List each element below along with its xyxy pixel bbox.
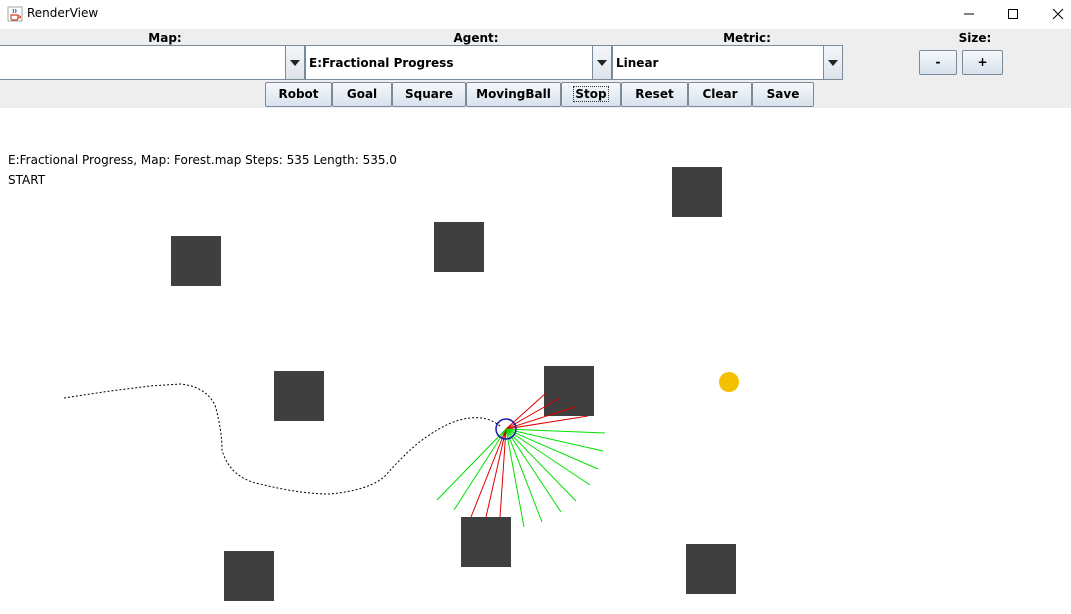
sensor-ray-hit xyxy=(505,392,547,430)
goal-ball xyxy=(719,372,739,392)
obstacle xyxy=(224,551,274,601)
map-label: Map: xyxy=(148,31,182,45)
size-label: Size: xyxy=(958,31,992,45)
agent-select[interactable]: E:Fractional Progress xyxy=(305,45,612,80)
sensor-ray-hit xyxy=(499,428,507,518)
obstacle xyxy=(461,517,511,567)
chevron-down-icon[interactable] xyxy=(285,46,304,79)
sensor-ray-hit xyxy=(505,415,589,430)
metric-select-value: Linear xyxy=(616,56,659,70)
chevron-down-icon[interactable] xyxy=(592,46,611,79)
control-panel: Map: Agent: Metric: Size: E:Fractional P… xyxy=(0,29,1071,108)
sensor-ray-clear xyxy=(436,428,507,501)
agent-label: Agent: xyxy=(453,31,499,45)
size-decrease-button[interactable]: - xyxy=(919,50,957,75)
agent-select-value: E:Fractional Progress xyxy=(309,56,454,70)
chevron-down-icon[interactable] xyxy=(823,46,842,79)
stop-button[interactable]: Stop xyxy=(561,82,621,107)
obstacles xyxy=(171,167,736,601)
maximize-icon xyxy=(1008,9,1018,19)
state-text: START xyxy=(8,173,46,187)
close-icon xyxy=(1052,8,1064,20)
sensor-ray-clear xyxy=(505,428,599,470)
square-button[interactable]: Square xyxy=(392,82,466,107)
minimize-icon xyxy=(964,13,974,15)
sensor-ray-hit xyxy=(485,428,507,518)
sensor-ray-clear xyxy=(505,428,604,452)
close-button[interactable] xyxy=(1035,0,1071,29)
java-cup-icon xyxy=(7,6,23,22)
obstacle xyxy=(434,222,484,272)
robot-path xyxy=(63,383,501,495)
sensor-ray-clear xyxy=(453,428,507,511)
title-bar: RenderView xyxy=(0,0,1071,29)
stop-button-label: Stop xyxy=(573,86,609,102)
obstacle xyxy=(171,236,221,286)
sensor-ray-hit xyxy=(470,428,507,518)
status-text: E:Fractional Progress, Map: Forest.map S… xyxy=(8,153,397,167)
moving-ball-button[interactable]: MovingBall xyxy=(466,82,561,107)
window-title: RenderView xyxy=(27,6,99,20)
sensor-ray-clear xyxy=(505,428,606,434)
minimize-button[interactable] xyxy=(946,0,992,29)
size-increase-button[interactable]: + xyxy=(962,50,1003,75)
sensor-ray-clear xyxy=(505,428,562,513)
sensor-ray-hit xyxy=(505,397,561,430)
sensor-ray-clear xyxy=(505,428,543,523)
metric-label: Metric: xyxy=(723,31,771,45)
sensor-ray-clear xyxy=(505,428,577,502)
sensor-ray-clear xyxy=(505,428,525,528)
obstacle xyxy=(544,366,594,416)
sensor-ray-hit xyxy=(505,406,576,430)
clear-button[interactable]: Clear xyxy=(688,82,752,107)
sensor-ray-clear xyxy=(505,428,591,486)
save-button[interactable]: Save xyxy=(752,82,814,107)
map-select[interactable] xyxy=(0,45,305,80)
sensor-rays xyxy=(436,392,606,528)
maximize-button[interactable] xyxy=(990,0,1036,29)
obstacle xyxy=(274,371,324,421)
metric-select[interactable]: Linear xyxy=(612,45,843,80)
reset-button[interactable]: Reset xyxy=(621,82,688,107)
obstacle xyxy=(686,544,736,594)
goal-button[interactable]: Goal xyxy=(332,82,392,107)
robot xyxy=(495,418,517,440)
robot-button[interactable]: Robot xyxy=(265,82,332,107)
obstacle xyxy=(672,167,722,217)
